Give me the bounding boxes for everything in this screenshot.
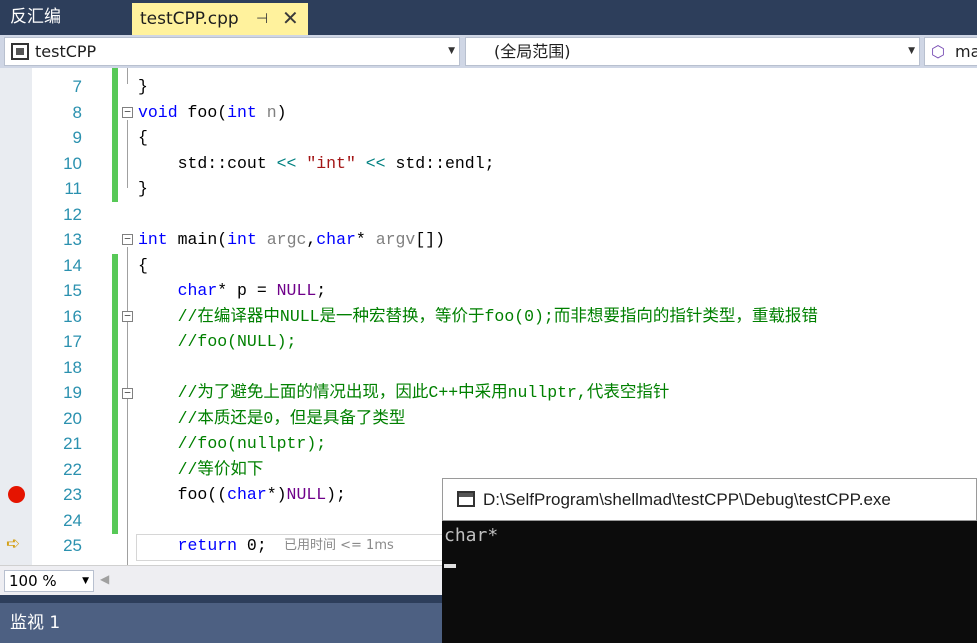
elapsed-time-hint[interactable]: 已用时间 <= 1ms [284, 533, 394, 559]
navigation-bar: testCPP ▼ (全局范围) ▼ ⬡ ma [0, 35, 977, 68]
line-number: 24 [63, 510, 82, 530]
code-line: //在编译器中NULL是一种宏替换，等价于foo(0);而非想要指向的指针类型，… [177, 306, 818, 326]
line-number: 16 [63, 306, 82, 326]
outline-line [127, 247, 128, 565]
line-number: 22 [63, 459, 82, 479]
member-dropdown[interactable]: ⬡ ma [924, 37, 977, 66]
line-number: 18 [63, 357, 82, 377]
breakpoint-icon[interactable] [8, 486, 25, 503]
console-app-icon [457, 491, 475, 507]
line-number: 17 [63, 332, 82, 351]
console-title-text: D:\SelfProgram\shellmad\testCPP\Debug\te… [483, 490, 891, 509]
line-number: 15 [63, 281, 82, 300]
code-line: char* p = NULL; [177, 281, 327, 300]
line-number: 21 [63, 434, 82, 453]
line-number: 25 [63, 536, 82, 555]
scope-dropdown[interactable]: (全局范围) ▼ [465, 37, 920, 66]
code-line: //foo(nullptr); [177, 434, 327, 453]
console-title-bar[interactable]: D:\SelfProgram\shellmad\testCPP\Debug\te… [442, 478, 977, 521]
collapse-icon[interactable]: − [122, 310, 133, 322]
scope-dropdown-value: (全局范围) [494, 42, 571, 61]
close-icon[interactable]: ✕ [282, 2, 299, 34]
document-tab-strip: 反汇编 testCPP.cpp ⊣ ✕ [0, 0, 977, 35]
outline-line [127, 68, 128, 84]
line-number: 12 [63, 204, 82, 224]
outline-line [127, 120, 128, 188]
method-cube-icon: ⬡ [931, 42, 945, 61]
chevron-down-icon: ▼ [448, 46, 455, 56]
collapse-icon[interactable]: − [122, 233, 133, 245]
code-line: return 0; [177, 536, 267, 555]
line-number: 23 [63, 485, 82, 504]
code-line: } [138, 179, 148, 198]
line-number: 7 [72, 77, 82, 96]
collapse-icon[interactable]: − [122, 106, 133, 118]
line-number: 11 [64, 179, 82, 198]
line-number: 8 [72, 102, 82, 122]
line-numbers: 7 8 9 10 11 12 13 14 15 16 17 18 19 20 2… [32, 68, 82, 565]
code-line: int main(int argc,char* argv[]) [138, 230, 446, 249]
project-icon [11, 43, 29, 60]
console-window[interactable]: D:\SelfProgram\shellmad\testCPP\Debug\te… [442, 478, 977, 643]
line-number: 9 [72, 128, 82, 147]
code-line: //foo(NULL); [177, 332, 297, 351]
code-line: { [138, 128, 148, 147]
line-number: 10 [63, 153, 82, 173]
line-number: 19 [63, 383, 82, 402]
member-dropdown-value: ma [955, 42, 977, 61]
line-number: 20 [63, 408, 82, 428]
code-line: void foo(int n) [138, 102, 287, 122]
code-line: } [138, 77, 148, 96]
chevron-down-icon: ▼ [82, 576, 89, 586]
line-number: 13 [63, 230, 82, 249]
code-line: { [138, 255, 148, 275]
project-dropdown[interactable]: testCPP ▼ [4, 37, 460, 66]
console-cursor [444, 564, 456, 568]
tab-disassembly[interactable]: 反汇编 [0, 0, 71, 35]
chevron-down-icon: ▼ [908, 46, 915, 56]
code-line: //等价如下 [177, 459, 264, 479]
project-dropdown-value: testCPP [35, 42, 97, 61]
tab-testcpp[interactable]: testCPP.cpp ⊣ ✕ [132, 3, 308, 35]
code-line: foo((char*)NULL); [138, 485, 346, 504]
console-output: char* [444, 525, 499, 546]
code-line: //本质还是0，但是具备了类型 [177, 408, 406, 428]
collapse-icon[interactable]: − [122, 387, 133, 399]
change-bar [112, 68, 118, 202]
instruction-pointer-icon[interactable]: ➪ [6, 534, 20, 554]
code-line: std::cout << "int" << std::endl; [138, 153, 495, 173]
code-line: //为了避免上面的情况出现，因此C++中采用nullptr,代表空指针 [177, 383, 670, 402]
pin-icon[interactable]: ⊣ [256, 3, 268, 35]
tab-testcpp-label: testCPP.cpp [140, 9, 239, 29]
zoom-value: 100 % [9, 572, 57, 590]
change-bar [112, 254, 118, 534]
line-number: 14 [63, 255, 82, 275]
zoom-dropdown[interactable]: 100 % ▼ [4, 570, 94, 592]
scroll-left-icon[interactable]: ◀ [100, 572, 109, 586]
